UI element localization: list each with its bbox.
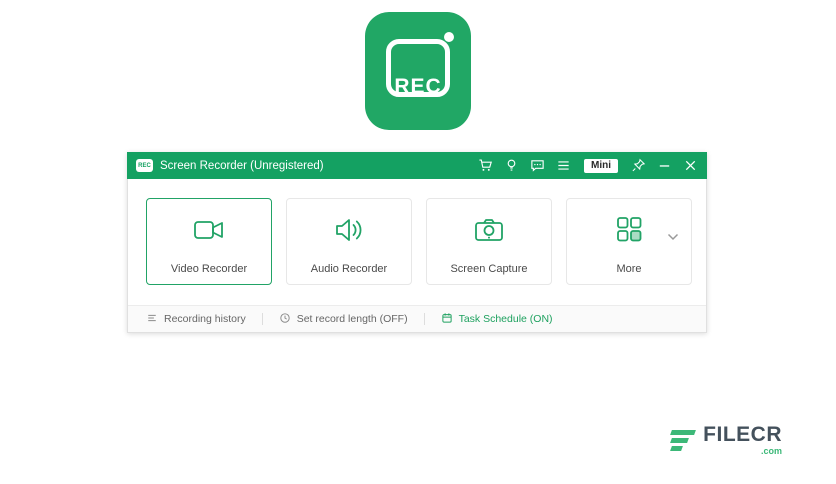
filecr-brand-text: FILECR bbox=[703, 424, 782, 445]
footer-label: Task Schedule (ON) bbox=[459, 313, 553, 325]
logo-text: REC bbox=[365, 75, 471, 99]
feature-cards: Video Recorder Audio Recorder bbox=[128, 179, 706, 285]
card-label: Screen Capture bbox=[427, 263, 551, 275]
schedule-icon bbox=[441, 312, 453, 327]
menu-icon[interactable] bbox=[556, 158, 571, 173]
filecr-logo-icon bbox=[671, 430, 695, 451]
recording-history-button[interactable]: Recording history bbox=[146, 312, 246, 327]
clock-icon bbox=[279, 312, 291, 327]
lightbulb-icon[interactable] bbox=[504, 158, 519, 173]
video-camera-icon bbox=[147, 210, 271, 250]
pin-icon[interactable] bbox=[631, 158, 646, 173]
screen-recorder-window: REC Screen Recorder (Unregistered) bbox=[127, 152, 707, 333]
divider bbox=[424, 313, 425, 325]
titlebar: REC Screen Recorder (Unregistered) bbox=[127, 152, 707, 179]
more-card[interactable]: More bbox=[566, 198, 692, 285]
card-label: Video Recorder bbox=[147, 263, 271, 275]
window-title: Screen Recorder (Unregistered) bbox=[160, 160, 324, 172]
list-icon bbox=[146, 312, 158, 327]
footer-bar: Recording history Set record length (OFF… bbox=[128, 305, 706, 332]
divider bbox=[262, 313, 263, 325]
set-record-length-button[interactable]: Set record length (OFF) bbox=[279, 312, 408, 327]
filecr-tld-text: .com bbox=[761, 446, 782, 456]
feedback-icon[interactable] bbox=[530, 158, 545, 173]
card-label: More bbox=[567, 263, 691, 275]
app-icon: REC bbox=[136, 159, 153, 172]
minimize-icon[interactable] bbox=[657, 158, 672, 173]
page: REC REC Screen Recorder (Unregistered) bbox=[0, 0, 836, 484]
screen-capture-card[interactable]: Screen Capture bbox=[426, 198, 552, 285]
audio-recorder-card[interactable]: Audio Recorder bbox=[286, 198, 412, 285]
cart-icon[interactable] bbox=[478, 158, 493, 173]
card-label: Audio Recorder bbox=[287, 263, 411, 275]
video-recorder-card[interactable]: Video Recorder bbox=[146, 198, 272, 285]
footer-label: Recording history bbox=[164, 313, 246, 325]
footer-label: Set record length (OFF) bbox=[297, 313, 408, 325]
close-icon[interactable] bbox=[683, 158, 698, 173]
photo-camera-icon bbox=[427, 210, 551, 250]
mini-mode-button[interactable]: Mini bbox=[584, 159, 618, 173]
window-body: Video Recorder Audio Recorder bbox=[127, 179, 707, 333]
record-dot-icon bbox=[444, 32, 454, 42]
app-logo: REC bbox=[365, 12, 471, 130]
speaker-icon bbox=[287, 210, 411, 250]
filecr-watermark: FILECR .com bbox=[671, 424, 782, 456]
task-schedule-button[interactable]: Task Schedule (ON) bbox=[441, 312, 553, 327]
chevron-down-icon[interactable] bbox=[667, 229, 679, 247]
